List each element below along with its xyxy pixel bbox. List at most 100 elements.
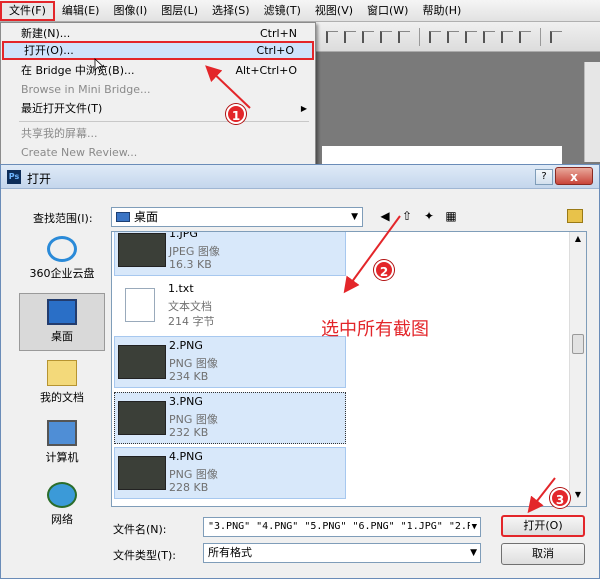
distribute-right-icon[interactable] [519, 30, 531, 43]
file-name: 1.txt [168, 282, 194, 295]
dialog-titlebar[interactable]: Ps 打开 ? x [1, 165, 599, 189]
file-name: 4.PNG [169, 450, 203, 463]
file-size: 16.3 KB [169, 258, 212, 271]
menu-layer[interactable]: 图层(L) [154, 1, 205, 21]
menu-item-label: 在 Bridge 中浏览(B)... [21, 64, 135, 77]
file-item[interactable]: 1.txt 文本文档 214 字节 [114, 280, 346, 332]
menu-item-browse-bridge[interactable]: 在 Bridge 中浏览(B)... Alt+Ctrl+O [1, 61, 315, 80]
menu-edit[interactable]: 编辑(E) [55, 1, 107, 21]
text-file-icon [125, 288, 155, 322]
place-cloud-drive[interactable]: 360企业云盘 [19, 231, 105, 289]
file-item[interactable]: 2.PNG PNG 图像 234 KB [114, 336, 346, 388]
distribute-middle-icon[interactable] [447, 30, 459, 43]
file-type: JPEG 图像 [169, 245, 220, 258]
file-list-scrollbar[interactable]: ▲ ▼ [569, 232, 586, 506]
chevron-down-icon: ▼ [470, 548, 477, 558]
scroll-down-icon[interactable]: ▼ [572, 490, 584, 504]
menu-item-label: 打开(O)... [24, 44, 74, 57]
menu-item-new-review[interactable]: Create New Review... [1, 143, 315, 162]
annotation-note: 选中所有截图 [321, 319, 429, 340]
file-item[interactable]: 1.JPG JPEG 图像 16.3 KB [114, 231, 346, 276]
distribute-bottom-icon[interactable] [465, 30, 477, 43]
align-center-icon[interactable] [398, 30, 410, 43]
distribute-left-icon[interactable] [483, 30, 495, 43]
open-dialog: Ps 打开 ? x 查找范围(I): 桌面 ▼ ◀ ⇧ ✦ ▦ 360企业云盘 … [0, 164, 600, 579]
image-thumbnail-icon [118, 345, 166, 379]
align-top-icon[interactable] [326, 30, 338, 43]
help-button[interactable]: ? [535, 169, 553, 185]
new-folder-icon[interactable]: ✦ [421, 208, 437, 224]
up-folder-icon[interactable]: ⇧ [399, 208, 415, 224]
file-name: 3.PNG [169, 395, 203, 408]
dialog-title: 打开 [27, 172, 52, 186]
toolbar-divider [540, 27, 541, 46]
desktop-icon [116, 212, 130, 222]
align-middle-icon[interactable] [344, 30, 356, 43]
menu-item-recent-files[interactable]: 最近打开文件(T) ▶ [1, 99, 315, 118]
menu-image[interactable]: 图像(I) [106, 1, 154, 21]
folder-icon[interactable] [567, 209, 583, 223]
align-left-icon[interactable] [380, 30, 392, 43]
distribute-center-icon[interactable] [501, 30, 513, 43]
menu-file[interactable]: 文件(F) [0, 0, 55, 21]
place-desktop[interactable]: 桌面 [19, 293, 105, 351]
place-network[interactable]: 网络 [19, 477, 105, 535]
menu-divider [19, 121, 309, 122]
file-item[interactable]: 3.PNG PNG 图像 232 KB [114, 392, 346, 444]
cloud-icon [47, 236, 77, 262]
chevron-down-icon[interactable]: ▼ [469, 518, 477, 536]
place-label: 网络 [51, 513, 73, 526]
menu-item-open[interactable]: 打开(O)... Ctrl+O [2, 41, 314, 60]
auto-align-icon[interactable] [550, 30, 562, 43]
step-badge-1: 1 [226, 104, 246, 124]
file-name-input[interactable]: "3.PNG" "4.PNG" "5.PNG" "6.PNG" "1.JPG" … [203, 517, 481, 537]
nav-icons: ◀ ⇧ ✦ ▦ [377, 208, 459, 224]
options-toolbar [316, 22, 600, 52]
workspace-background [316, 52, 600, 164]
step-badge-2: 2 [374, 260, 394, 280]
image-thumbnail-icon [118, 456, 166, 490]
scroll-thumb[interactable] [572, 334, 584, 354]
step-badge-3: 3 [550, 488, 570, 508]
look-in-value: 桌面 [134, 210, 159, 224]
view-menu-icon[interactable]: ▦ [443, 208, 459, 224]
place-documents[interactable]: 我的文档 [19, 355, 105, 413]
file-size: 234 KB [169, 370, 209, 383]
menu-item-label: 最近打开文件(T) [21, 102, 103, 115]
documents-icon [47, 360, 77, 386]
file-menu-dropdown: 新建(N)... Ctrl+N 打开(O)... Ctrl+O 在 Bridge… [0, 22, 316, 165]
menu-item-label: 新建(N)... [21, 27, 71, 40]
file-item[interactable]: 4.PNG PNG 图像 228 KB [114, 447, 346, 499]
file-size: 228 KB [169, 481, 209, 494]
image-thumbnail-icon [118, 401, 166, 435]
menu-help[interactable]: 帮助(H) [415, 1, 468, 21]
file-type-select[interactable]: 所有格式 ▼ [203, 543, 481, 563]
file-name: 1.JPG [169, 231, 198, 240]
file-size: 214 字节 [168, 315, 215, 328]
toolbar-divider [419, 27, 420, 46]
menu-item-mini-bridge[interactable]: Browse in Mini Bridge... [1, 80, 315, 99]
file-type-value: 所有格式 [208, 546, 252, 559]
place-label: 我的文档 [40, 391, 84, 404]
menu-view[interactable]: 视图(V) [308, 1, 360, 21]
place-computer[interactable]: 计算机 [19, 415, 105, 473]
menu-filter[interactable]: 滤镜(T) [257, 1, 308, 21]
menu-window[interactable]: 窗口(W) [360, 1, 415, 21]
file-size: 232 KB [169, 426, 209, 439]
align-bottom-icon[interactable] [362, 30, 374, 43]
workspace-scrollbar[interactable] [584, 62, 600, 162]
close-button[interactable]: x [555, 167, 593, 185]
open-button[interactable]: 打开(O) [501, 515, 585, 537]
cancel-button[interactable]: 取消 [501, 543, 585, 565]
distribute-top-icon[interactable] [429, 30, 441, 43]
place-label: 桌面 [51, 330, 73, 343]
scroll-up-icon[interactable]: ▲ [572, 234, 584, 248]
menu-select[interactable]: 选择(S) [205, 1, 257, 21]
shortcut-label: Ctrl+O [256, 44, 294, 57]
menu-item-share-screen[interactable]: 共享我的屏幕... [1, 124, 315, 143]
file-name-label: 文件名(N): [113, 523, 167, 536]
submenu-arrow-icon: ▶ [300, 104, 307, 113]
file-type: 文本文档 [168, 300, 212, 313]
back-icon[interactable]: ◀ [377, 208, 393, 224]
look-in-select[interactable]: 桌面 ▼ [111, 207, 363, 227]
